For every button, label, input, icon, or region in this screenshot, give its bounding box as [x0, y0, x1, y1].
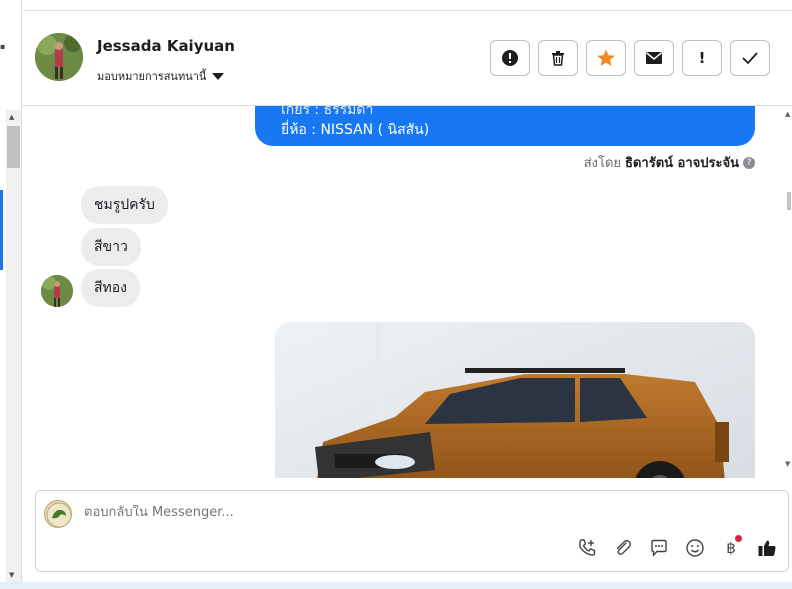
incoming-message-text: สีทอง: [94, 280, 128, 296]
question-mark-icon[interactable]: ?: [743, 156, 755, 169]
thread-scrollbar[interactable]: ▲ ▼: [785, 106, 792, 478]
scroll-down-arrow-icon[interactable]: ▼: [785, 460, 790, 468]
star-button[interactable]: [586, 40, 626, 76]
emoji-button[interactable]: [684, 537, 706, 559]
incoming-message-text: สีขาว: [94, 239, 128, 255]
payment-button[interactable]: ฿: [720, 535, 742, 559]
mark-important-button[interactable]: !: [682, 40, 722, 76]
mark-unread-button[interactable]: [634, 40, 674, 76]
scrollbar-thumb[interactable]: [787, 192, 791, 210]
list-edge-glyph: ▪: [0, 42, 6, 51]
saved-replies-button[interactable]: [648, 537, 670, 559]
incoming-message-text: ชมรูปครับ: [94, 197, 155, 213]
sent-by-name: ธิดารัตน์ อาจประจัน: [625, 156, 739, 171]
scroll-down-arrow-icon[interactable]: ▼: [9, 571, 14, 579]
checkmark-icon: [742, 52, 758, 65]
contact-avatar-small[interactable]: [41, 275, 73, 307]
spam-icon: [502, 50, 518, 66]
conversation-list-edge: ▪ ▲ ▼: [0, 0, 22, 589]
smiley-icon: [686, 539, 704, 557]
attach-button[interactable]: [612, 537, 634, 559]
conversation-list-scrollbar[interactable]: ▲ ▼: [6, 110, 21, 582]
chevron-down-icon: [212, 72, 225, 80]
sent-by-prefix: ส่งโดย: [583, 156, 622, 171]
assign-conversation-dropdown[interactable]: มอบหมายการสนทนานี้: [97, 67, 225, 85]
scroll-up-arrow-icon[interactable]: ▲: [785, 110, 790, 118]
page-avatar: [44, 500, 72, 528]
call-button[interactable]: [576, 537, 598, 559]
message-thread: เกียร์ : ธรรมดา ยี่ห้อ : NISSAN ( นิสสัน…: [23, 106, 785, 478]
incoming-message-bubble[interactable]: สีทอง: [81, 269, 141, 307]
reply-input[interactable]: [84, 505, 684, 520]
conversation-header: Jessada Kaiyuan มอบหมายการสนทนานี้ !: [23, 10, 792, 106]
scrollbar-thumb[interactable]: [7, 126, 20, 168]
trash-icon: [552, 51, 564, 66]
phone-plus-icon: [579, 539, 596, 556]
outgoing-message-bubble[interactable]: เกียร์ : ธรรมดา ยี่ห้อ : NISSAN ( นิสสัน…: [255, 106, 755, 146]
delete-button[interactable]: [538, 40, 578, 76]
reply-composer: ฿: [35, 490, 789, 572]
notification-dot: [735, 535, 742, 542]
truck-photo-attachment[interactable]: [275, 322, 755, 478]
outgoing-message-line: ยี่ห้อ : NISSAN ( นิสสัน): [281, 122, 430, 138]
exclamation-icon: !: [698, 49, 706, 67]
composer-toolbar: ฿: [576, 535, 778, 559]
conversation-actions: !: [490, 40, 770, 76]
assign-label: มอบหมายการสนทนานี้: [97, 70, 207, 83]
contact-name[interactable]: Jessada Kaiyuan: [97, 37, 235, 55]
chat-bubble-icon: [651, 539, 667, 557]
selected-conversation-indicator: [0, 190, 3, 270]
sent-by-label: ส่งโดย ธิดารัตน์ อาจประจัน ?: [584, 152, 755, 173]
like-button[interactable]: [756, 537, 778, 559]
messenger-window: ▪ ▲ ▼ Jessada Kaiyuan มอบหมายการสนทนานี้: [0, 0, 792, 589]
star-icon: [597, 49, 615, 66]
window-bottom-edge: [0, 582, 792, 589]
envelope-icon: [646, 52, 662, 64]
thumbs-up-icon: [758, 540, 776, 556]
paperclip-icon: [616, 539, 631, 555]
incoming-message-bubble[interactable]: ชมรูปครับ: [81, 186, 168, 224]
baht-icon: ฿: [726, 539, 736, 557]
mark-done-button[interactable]: [730, 40, 770, 76]
scroll-up-arrow-icon[interactable]: ▲: [9, 113, 14, 121]
incoming-message-bubble[interactable]: สีขาว: [81, 228, 141, 266]
contact-avatar[interactable]: [35, 33, 83, 81]
mark-spam-button[interactable]: [490, 40, 530, 76]
